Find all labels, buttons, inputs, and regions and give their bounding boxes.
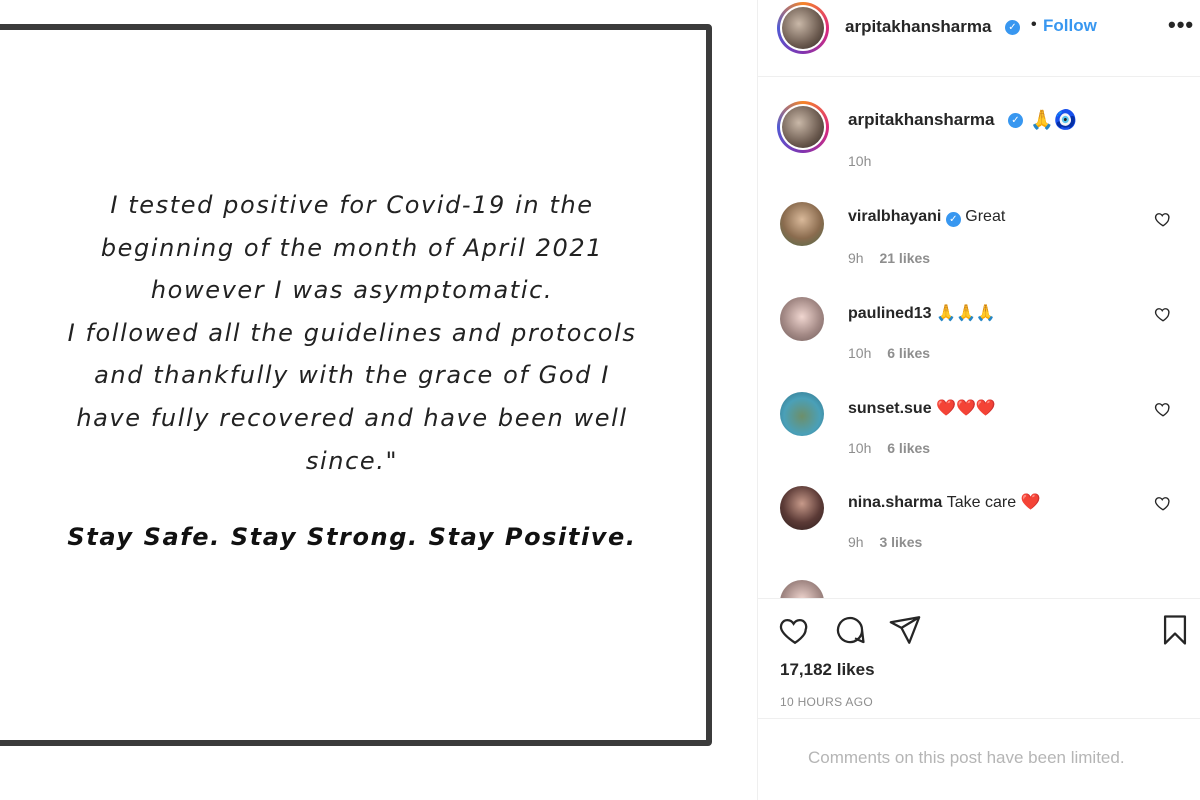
- quote-line: I tested positive for Covid-19 in the: [110, 191, 594, 219]
- comment-item: nina.sharma Take care ❤️ 9h 3 likes: [758, 486, 1200, 576]
- caption-time[interactable]: 10h: [848, 153, 871, 169]
- comment-likes[interactable]: 6 likes: [887, 440, 930, 456]
- post-timestamp[interactable]: 10 HOURS AGO: [780, 695, 873, 709]
- heart-icon[interactable]: [778, 613, 812, 647]
- post-header: arpitakhansharma ✓ • Follow •••: [758, 0, 1200, 77]
- author-avatar[interactable]: [777, 2, 829, 54]
- comment-text: 🙏🙏🙏: [936, 305, 996, 322]
- comment-text: Great: [965, 208, 1006, 225]
- comments-list[interactable]: arpitakhansharma ✓ 🙏🧿 10h viralbhayani ✓…: [758, 78, 1200, 598]
- bookmark-icon[interactable]: [1158, 613, 1192, 647]
- comment-icon[interactable]: [833, 613, 867, 647]
- post-image: I tested positive for Covid-19 in the be…: [0, 0, 757, 800]
- more-options-icon[interactable]: •••: [1168, 12, 1194, 38]
- comment-item: paulined13 🙏🙏🙏 10h 6 likes: [758, 297, 1200, 387]
- comment-item-partial: [758, 580, 1200, 598]
- quote-line: beginning of the month of April 2021: [100, 233, 604, 262]
- comment-item: viralbhayani ✓ Great 9h 21 likes: [758, 202, 1200, 292]
- comment-likes[interactable]: 3 likes: [879, 534, 922, 550]
- comment-like-heart-icon[interactable]: [1154, 305, 1172, 323]
- quote-line: however I was asymptomatic.: [150, 276, 554, 305]
- comments-limited-notice: Comments on this post have been limited.: [758, 718, 1200, 800]
- quote-text: I tested positive for Covid-19 in the be…: [52, 184, 652, 482]
- quote-line: I followed all the guidelines and protoc…: [67, 318, 637, 347]
- verified-badge-icon: ✓: [945, 212, 961, 227]
- comment-time[interactable]: 10h: [848, 345, 871, 361]
- comments-limited-text: Comments on this post have been limited.: [808, 748, 1125, 767]
- caption-text: 🙏🧿: [1030, 110, 1078, 131]
- commenter-avatar[interactable]: [780, 580, 824, 598]
- likes-count[interactable]: 17,182 likes: [780, 660, 875, 680]
- post-side-panel: arpitakhansharma ✓ • Follow ••• arpitakh…: [757, 0, 1200, 800]
- comment-time[interactable]: 9h: [848, 250, 864, 266]
- commenter-avatar[interactable]: [780, 202, 824, 246]
- post-actions: 17,182 likes 10 HOURS AGO: [758, 598, 1200, 718]
- commenter-username[interactable]: nina.sharma: [848, 494, 942, 511]
- quote-line: since.": [305, 446, 399, 475]
- comment-likes[interactable]: 6 likes: [887, 345, 930, 361]
- commenter-avatar[interactable]: [780, 297, 824, 341]
- comment-item: sunset.sue ❤️❤️❤️ 10h 6 likes: [758, 392, 1200, 482]
- commenter-username[interactable]: viralbhayani: [848, 208, 941, 225]
- caption-avatar[interactable]: [777, 101, 829, 153]
- comment-text: Take care ❤️: [946, 494, 1041, 511]
- commenter-avatar[interactable]: [780, 392, 824, 436]
- comment-like-heart-icon[interactable]: [1154, 494, 1172, 512]
- verified-badge-icon: ✓: [1005, 20, 1020, 35]
- verified-badge-icon: ✓: [1008, 113, 1023, 128]
- comment-likes[interactable]: 21 likes: [879, 250, 930, 266]
- comment-like-heart-icon[interactable]: [1154, 210, 1172, 228]
- caption-username[interactable]: arpitakhansharma: [848, 110, 994, 130]
- quote-line: and thankfully with the grace of God I: [94, 361, 610, 390]
- comment-like-heart-icon[interactable]: [1154, 400, 1172, 418]
- commenter-avatar[interactable]: [780, 486, 824, 530]
- header-separator: •: [1031, 16, 1037, 33]
- share-icon[interactable]: [888, 613, 922, 647]
- follow-button[interactable]: Follow: [1043, 16, 1097, 36]
- quote-line: have fully recovered and have been well: [76, 403, 628, 432]
- quote-tagline: Stay Safe. Stay Strong. Stay Positive.: [67, 523, 637, 551]
- comment-text: ❤️❤️❤️: [936, 400, 996, 417]
- commenter-username[interactable]: sunset.sue: [848, 400, 932, 417]
- comment-time[interactable]: 9h: [848, 534, 864, 550]
- commenter-username[interactable]: paulined13: [848, 305, 932, 322]
- comment-time[interactable]: 10h: [848, 440, 871, 456]
- author-username[interactable]: arpitakhansharma: [845, 17, 991, 37]
